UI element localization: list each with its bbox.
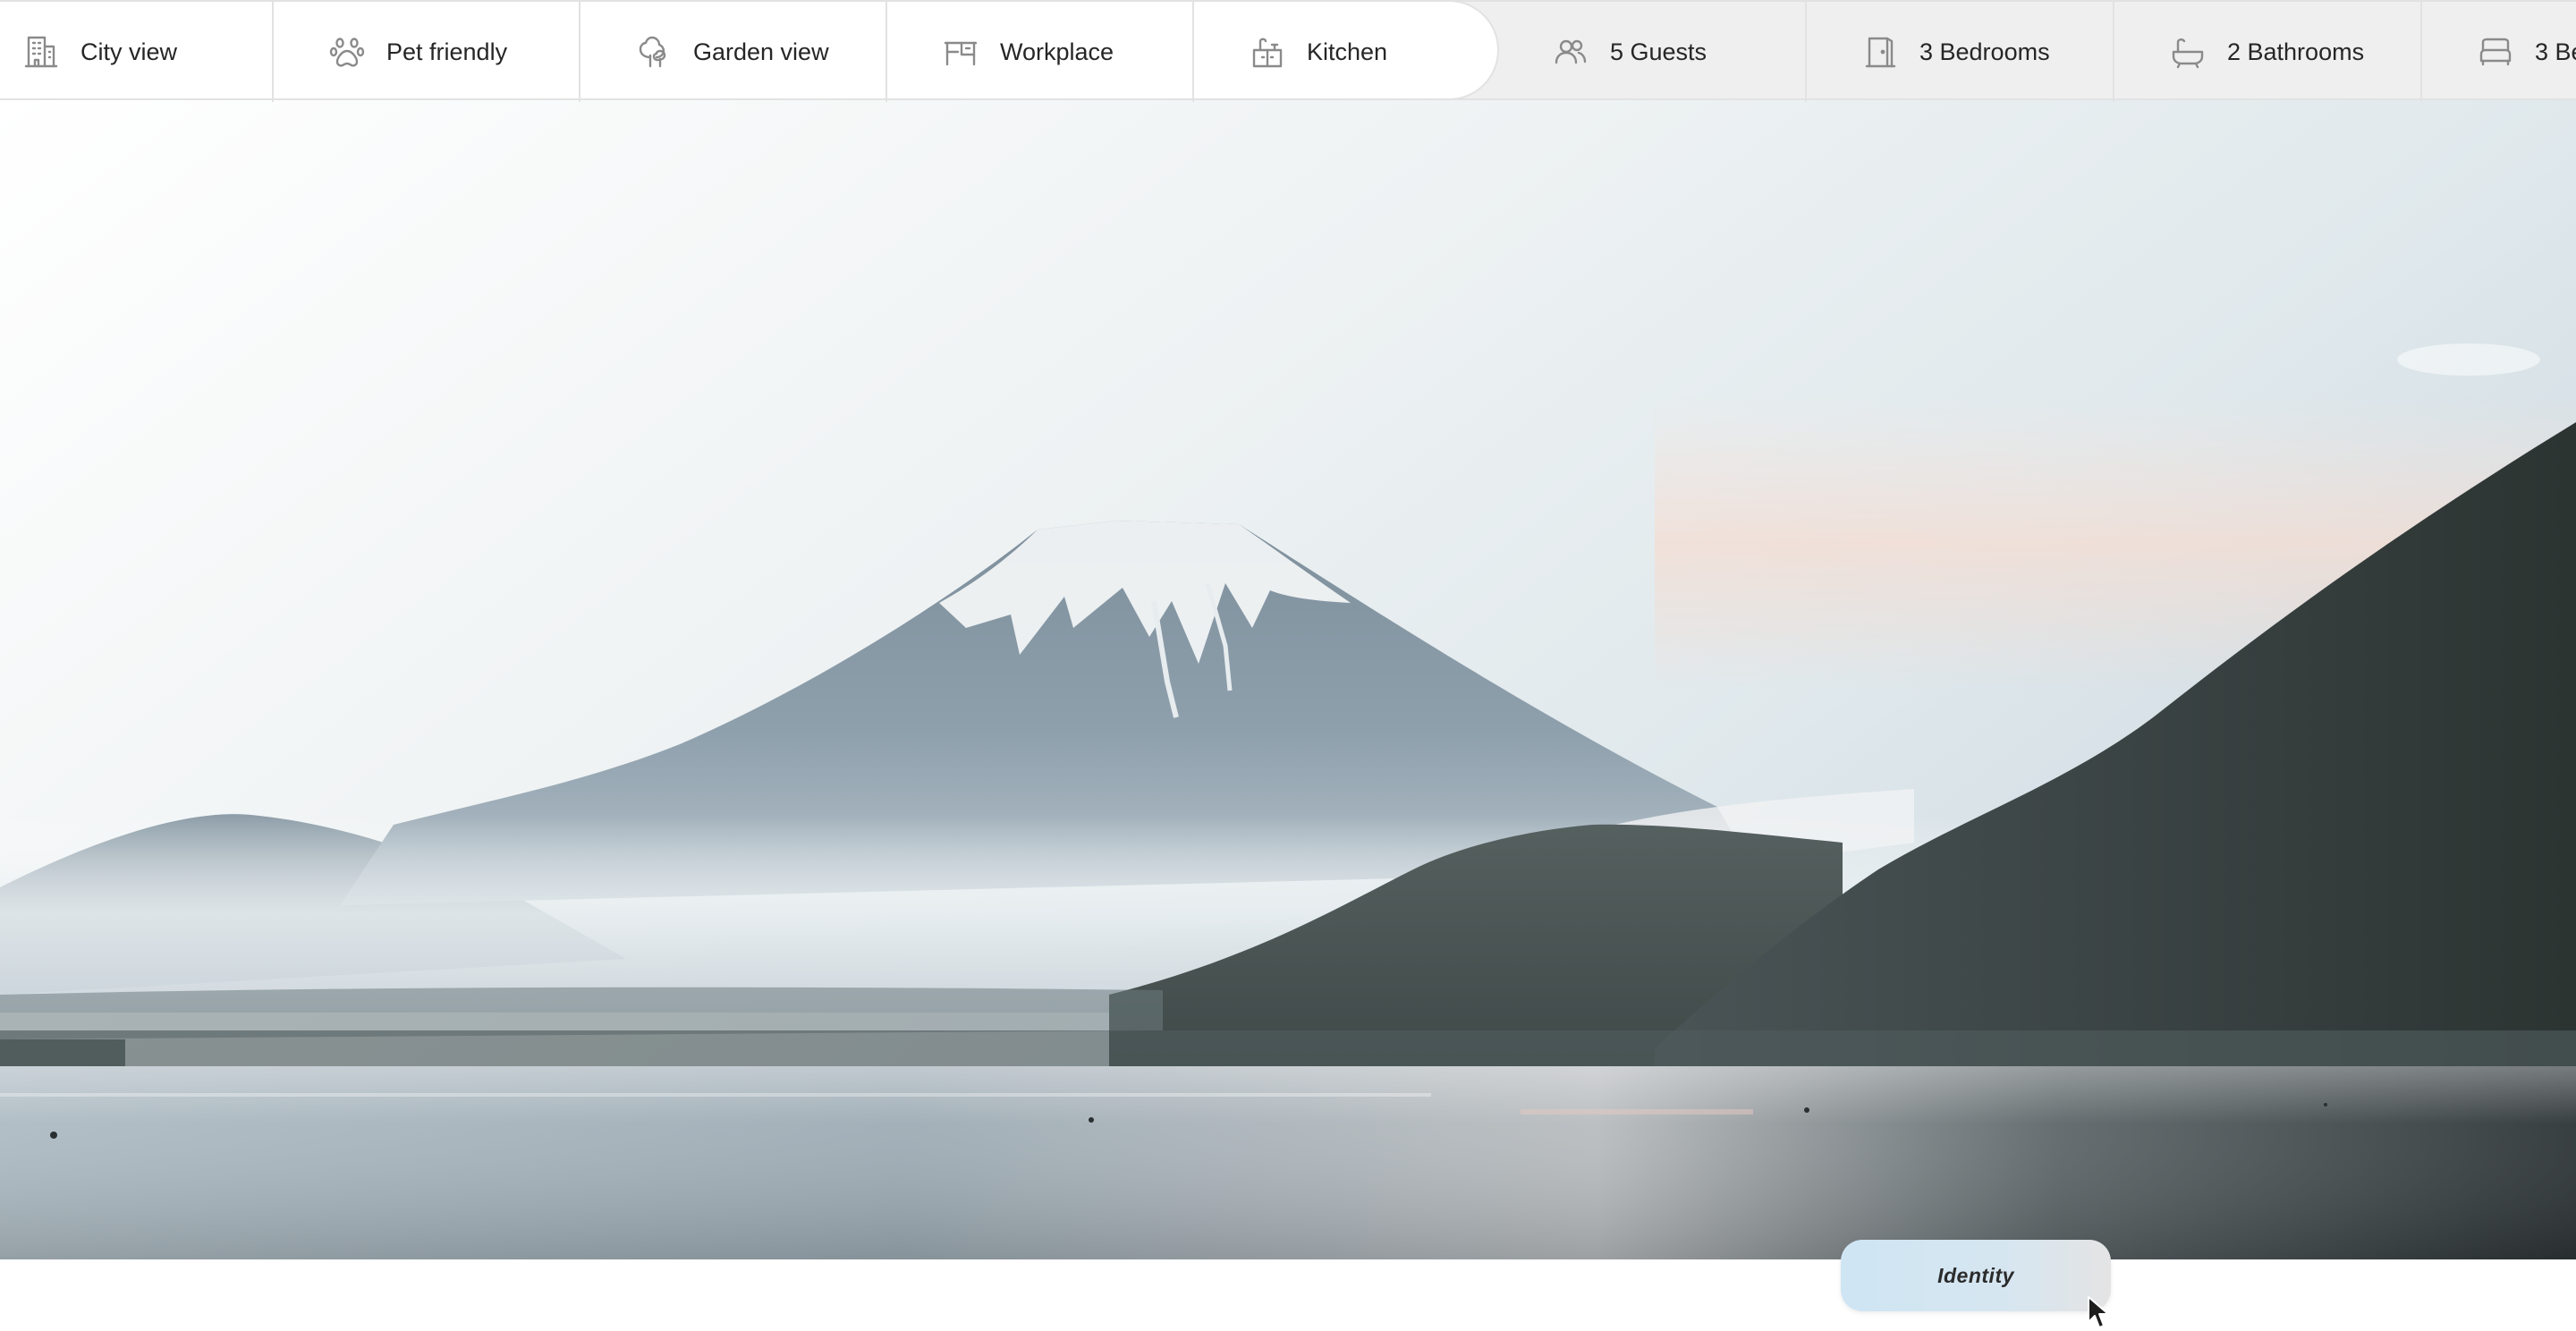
chip-divider (1805, 2, 1807, 102)
desk-icon (943, 34, 979, 70)
kitchen-icon (1250, 34, 1285, 70)
chip-bathrooms-label: 2 Bathrooms (2227, 38, 2365, 65)
chip-beds-label: 3 Be (2535, 38, 2576, 65)
chip-city-view-label: City view (80, 38, 178, 65)
mountain-lake-illustration (0, 100, 2576, 1259)
chip-divider (2113, 2, 2114, 102)
tree-icon (636, 34, 672, 70)
paw-icon (329, 34, 365, 70)
chip-garden-view-label: Garden view (693, 38, 829, 65)
chip-divider (579, 2, 580, 102)
chip-divider (2420, 2, 2422, 102)
chip-garden-view[interactable]: Garden view (579, 2, 886, 102)
door-icon (1862, 34, 1898, 70)
mouse-cursor-icon (2088, 1296, 2109, 1328)
listing-page: 5 Guests 3 Bedrooms 2 Bathrooms 3 B City… (0, 0, 2576, 1331)
chip-divider (1192, 2, 1194, 102)
chip-kitchen[interactable]: Kitchen (1192, 2, 1499, 102)
amenity-group: City view Pet friendly Garden view Workp… (0, 0, 1499, 102)
chip-workplace[interactable]: Workplace (886, 2, 1192, 102)
chip-bathrooms[interactable]: 2 Bathrooms (2113, 2, 2420, 102)
chip-divider (272, 2, 274, 102)
guests-icon (1553, 34, 1589, 70)
amenity-bar: 5 Guests 3 Bedrooms 2 Bathrooms 3 B City… (0, 0, 2576, 102)
bed-icon (2478, 34, 2513, 70)
chip-pet-friendly-label: Pet friendly (386, 38, 508, 65)
chip-bedrooms[interactable]: 3 Bedrooms (1805, 2, 2113, 102)
chip-workplace-label: Workplace (1000, 38, 1114, 65)
building-icon (23, 34, 59, 70)
chip-guests-label: 5 Guests (1610, 38, 1707, 65)
chip-beds[interactable]: 3 Be (2420, 2, 2576, 102)
chip-city-view[interactable]: City view (0, 2, 272, 102)
hero-photo (0, 100, 2576, 1259)
identity-badge-label: Identity (1937, 1263, 2014, 1287)
chip-pet-friendly[interactable]: Pet friendly (272, 2, 579, 102)
identity-badge[interactable]: Identity (1841, 1240, 2111, 1311)
capacity-group: 5 Guests 3 Bedrooms 2 Bathrooms 3 B (1445, 0, 2576, 102)
chip-divider (886, 2, 887, 102)
bathtub-icon (2170, 34, 2206, 70)
chip-bedrooms-label: 3 Bedrooms (1919, 38, 2050, 65)
chip-kitchen-label: Kitchen (1307, 38, 1388, 65)
